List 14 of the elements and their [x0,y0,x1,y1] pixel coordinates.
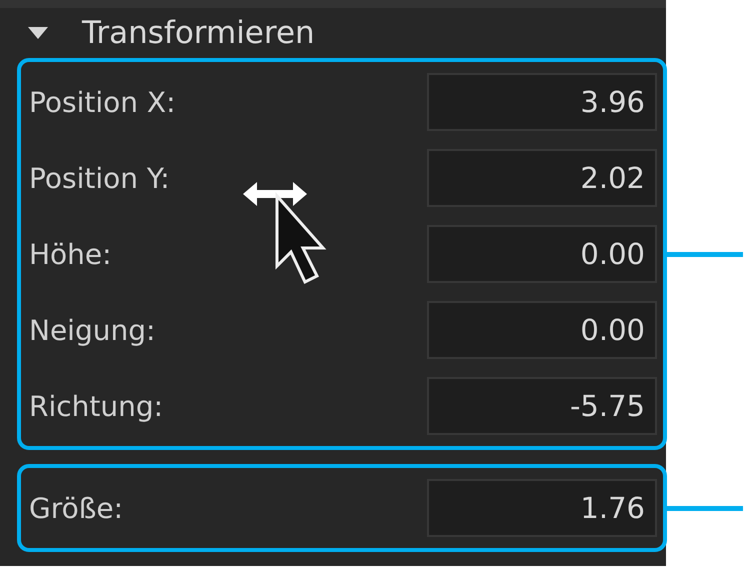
number-field[interactable]: -5.75 [427,377,657,435]
number-field[interactable]: 3.96 [427,73,657,131]
number-field[interactable]: 1.76 [427,479,657,537]
field-label: Neigung: [29,314,156,346]
field-label: Höhe: [29,238,112,270]
number-field[interactable]: 0.00 [427,225,657,283]
expand-triangle-icon[interactable] [28,27,48,39]
field-label: Position X: [29,86,176,118]
field-label: Richtung: [29,390,164,422]
number-field[interactable]: 0.00 [427,301,657,359]
section-title: Transformieren [82,15,315,51]
field-label: Position Y: [29,162,170,194]
field-label: Größe: [29,492,124,524]
number-field[interactable]: 2.02 [427,149,657,207]
